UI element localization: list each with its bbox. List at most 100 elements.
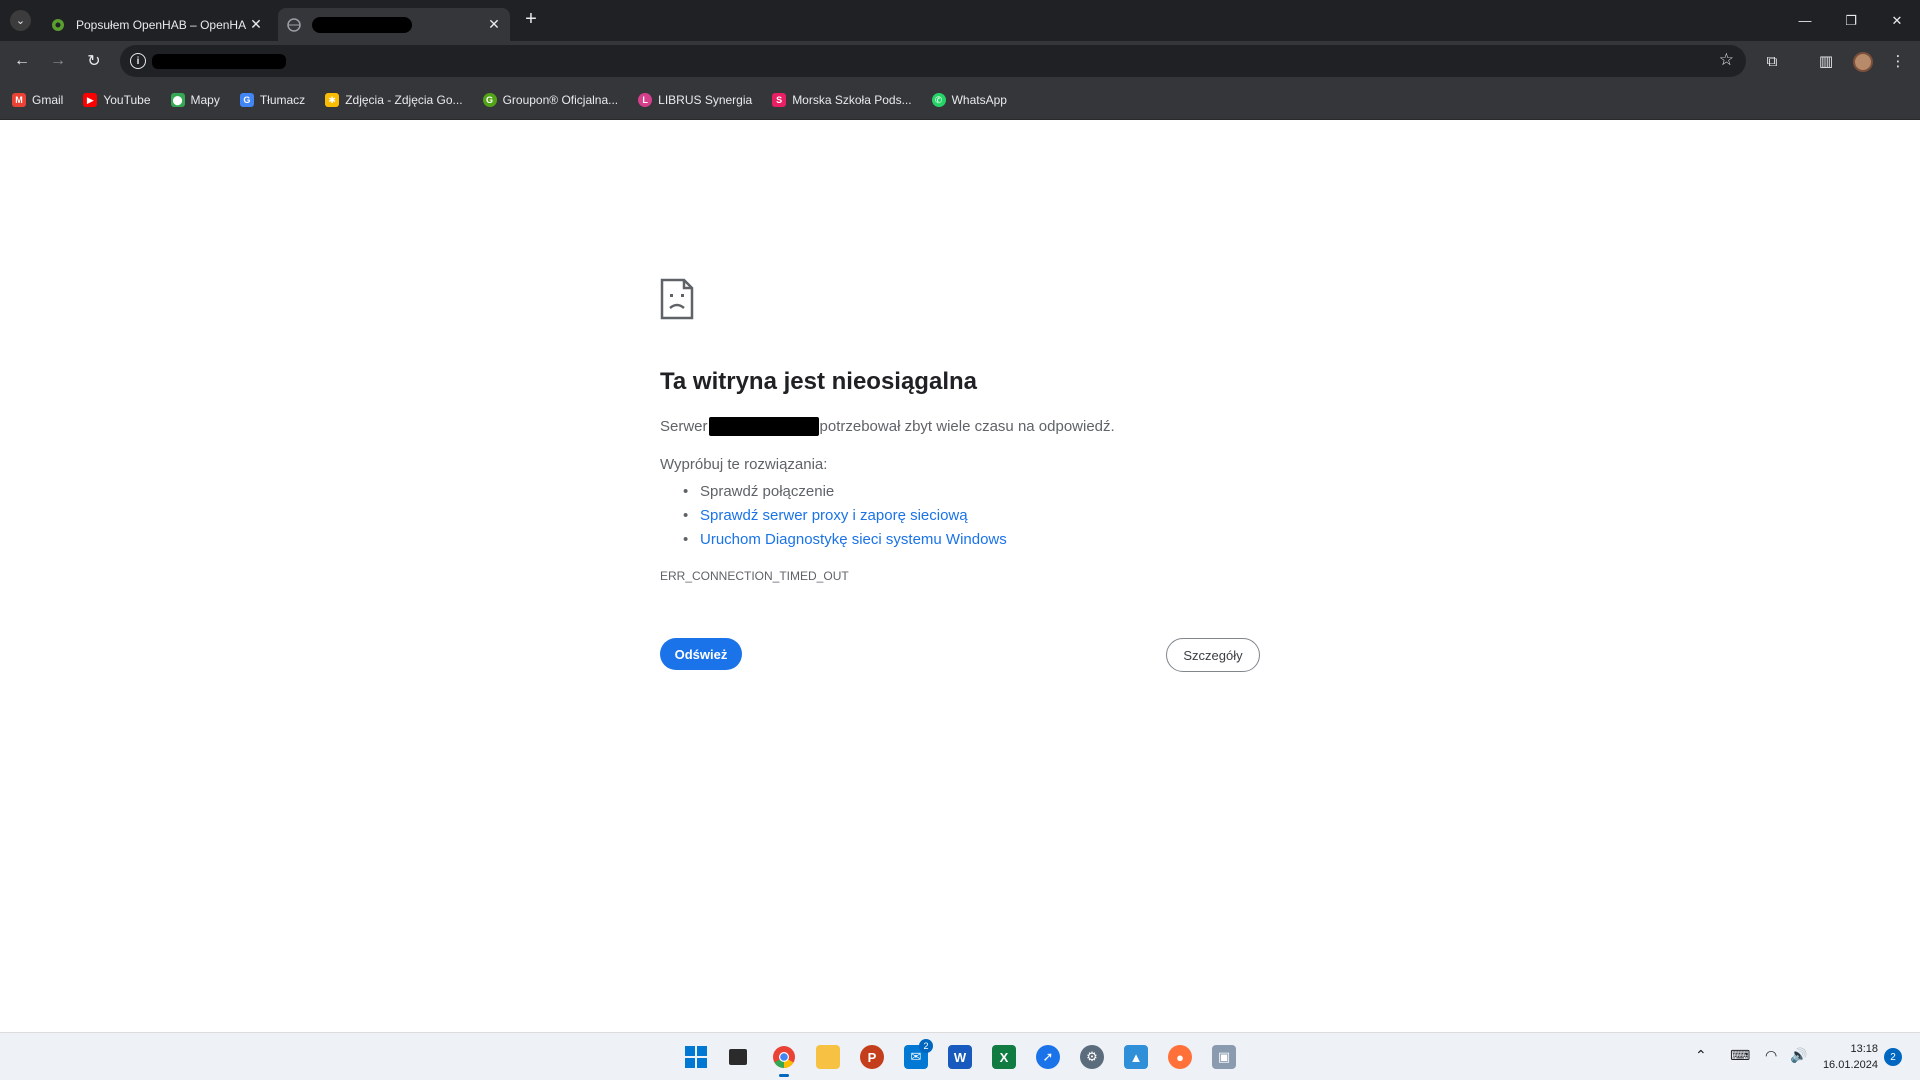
taskbar-powerpoint[interactable]: P xyxy=(856,1041,888,1073)
translate-icon: G xyxy=(239,93,254,107)
sad-page-icon xyxy=(660,278,694,320)
error-description-start: Serwer xyxy=(660,418,708,435)
clock-time: 13:18 xyxy=(1850,1043,1878,1055)
extensions-icon[interactable]: ⧉ xyxy=(1760,49,1784,73)
bookmark-youtube[interactable]: ▶ YouTube xyxy=(83,93,151,107)
task-view-button[interactable] xyxy=(722,1041,754,1073)
folder-icon xyxy=(816,1045,840,1069)
back-button[interactable]: ← xyxy=(10,49,34,73)
bookmark-label: LIBRUS Synergia xyxy=(658,93,753,107)
task-view-icon xyxy=(729,1049,747,1065)
reload-button[interactable]: ↻ xyxy=(82,49,106,73)
suggestion-network-diagnostics-link[interactable]: Uruchom Diagnostykę sieci systemu Window… xyxy=(660,528,1007,552)
redacted-url xyxy=(152,54,286,69)
notification-badge[interactable]: 2 xyxy=(1884,1048,1902,1066)
keyboard-icon[interactable]: ⌨ xyxy=(1730,1047,1750,1064)
system-clock[interactable]: 13:18 16.01.2024 xyxy=(1818,1041,1878,1073)
speaker-icon[interactable]: 🔊 xyxy=(1790,1047,1807,1064)
suggestion-proxy-firewall-link[interactable]: Sprawdź serwer proxy i zaporę sieciową xyxy=(660,504,1007,528)
chevron-up-icon[interactable]: ⌃ xyxy=(1695,1047,1707,1064)
redacted-server-name xyxy=(708,417,819,436)
suggestions-heading: Wypróbuj te rozwiązania: xyxy=(660,456,828,473)
bookmark-label: WhatsApp xyxy=(951,93,1007,107)
photos-app-icon: ▲ xyxy=(1124,1045,1148,1069)
address-bar[interactable]: i ☆ xyxy=(120,45,1746,77)
minimize-button[interactable]: — xyxy=(1782,0,1828,41)
new-tab-button[interactable]: + xyxy=(520,8,542,30)
globe-icon xyxy=(286,17,302,33)
school-icon: S xyxy=(772,93,787,107)
taskbar-photos[interactable]: ▲ xyxy=(1120,1041,1152,1073)
bookmarks-bar: M Gmail ▶ YouTube ⬤ Mapy G Tłumacz ✱ Zdj… xyxy=(0,81,1920,120)
powerpoint-icon: P xyxy=(860,1045,884,1069)
error-code: ERR_CONNECTION_TIMED_OUT xyxy=(660,569,849,583)
bookmark-groupon[interactable]: G Groupon® Oficjalna... xyxy=(482,93,618,107)
error-title: Ta witryna jest nieosiągalna xyxy=(660,368,977,395)
taskbar-firefox[interactable]: ● xyxy=(1164,1041,1196,1073)
windows-taskbar: P ✉ 2 W X ➚ ⚙ ▲ ● ▣ ⌃ ⌨ ◠ 🔊 13:18 16.01.… xyxy=(0,1032,1920,1080)
bookmark-translate[interactable]: G Tłumacz xyxy=(239,93,306,107)
redacted-tab-title xyxy=(312,16,412,33)
tab-openhab[interactable]: Popsułem OpenHAB – OpenHA ✕ xyxy=(42,8,272,41)
bookmark-whatsapp[interactable]: ✆ WhatsApp xyxy=(931,93,1007,107)
side-panel-icon[interactable]: ▥ xyxy=(1814,49,1838,73)
chrome-icon xyxy=(773,1046,795,1068)
forward-button[interactable]: → xyxy=(46,49,70,73)
bookmark-librus[interactable]: L LIBRUS Synergia xyxy=(638,93,752,107)
settings-gear-icon: ⚙ xyxy=(1080,1045,1104,1069)
chevron-down-icon: ⌄ xyxy=(15,15,26,27)
taskbar-word[interactable]: W xyxy=(944,1041,976,1073)
bookmark-label: Morska Szkoła Pods... xyxy=(792,93,912,107)
bookmark-label: Mapy xyxy=(190,93,220,107)
reload-icon: ↻ xyxy=(87,53,101,70)
reload-page-button[interactable]: Odśwież xyxy=(660,638,742,670)
taskbar-settings[interactable]: ⚙ xyxy=(1076,1041,1108,1073)
close-window-button[interactable]: ✕ xyxy=(1874,0,1920,41)
librus-icon: L xyxy=(638,93,653,107)
menu-icon[interactable]: ⋮ xyxy=(1886,49,1910,73)
bookmark-label: Zdjęcia - Zdjęcia Go... xyxy=(345,93,463,107)
taskbar-chrome[interactable] xyxy=(768,1041,800,1077)
error-description: Serwer potrzebował zbyt wiele czasu na o… xyxy=(660,417,1115,436)
details-button[interactable]: Szczegóły xyxy=(1166,638,1260,672)
bookmark-gmail[interactable]: M Gmail xyxy=(12,93,63,107)
close-tab-icon[interactable]: ✕ xyxy=(248,16,264,33)
close-tab-icon[interactable]: ✕ xyxy=(486,16,502,33)
bookmark-school[interactable]: S Morska Szkoła Pods... xyxy=(772,93,912,107)
groupon-icon: G xyxy=(482,93,497,107)
maps-icon: ⬤ xyxy=(170,93,185,107)
info-icon[interactable]: i xyxy=(130,53,146,69)
start-button[interactable] xyxy=(680,1041,712,1073)
whatsapp-icon: ✆ xyxy=(931,93,946,107)
error-description-end: potrzebował zbyt wiele czasu na odpowied… xyxy=(819,418,1115,435)
bookmark-label: Tłumacz xyxy=(259,93,306,107)
bookmark-star-icon[interactable]: ☆ xyxy=(1719,50,1734,70)
taskbar-remote-desktop[interactable]: ▣ xyxy=(1208,1041,1240,1073)
bookmark-photos[interactable]: ✱ Zdjęcia - Zdjęcia Go... xyxy=(325,93,463,107)
bookmark-label: Gmail xyxy=(32,93,64,107)
arrow-right-icon: → xyxy=(50,52,66,69)
tab-strip: ⌄ Popsułem OpenHAB – OpenHA ✕ ✕ + — ❐ ✕ xyxy=(0,0,1920,41)
gmail-icon: M xyxy=(12,93,26,107)
clock-date: 16.01.2024 xyxy=(1822,1059,1878,1071)
remote-desktop-icon: ▣ xyxy=(1212,1045,1236,1069)
openhab-favicon-icon xyxy=(50,17,66,33)
taskbar-excel[interactable]: X xyxy=(988,1041,1020,1073)
windows-logo-icon xyxy=(685,1046,707,1068)
youtube-icon: ▶ xyxy=(83,93,98,107)
arrow-left-icon: ← xyxy=(14,52,30,69)
tab-search-button[interactable]: ⌄ xyxy=(10,10,31,31)
taskbar-mail[interactable]: ✉ 2 xyxy=(900,1039,933,1073)
profile-avatar[interactable] xyxy=(1853,52,1873,72)
tab-active[interactable]: ✕ xyxy=(278,8,510,41)
bookmark-maps[interactable]: ⬤ Mapy xyxy=(170,93,220,107)
arrow-app-icon: ➚ xyxy=(1036,1045,1060,1069)
wifi-icon[interactable]: ◠ xyxy=(1765,1047,1777,1064)
excel-icon: X xyxy=(992,1045,1016,1069)
restore-button[interactable]: ❐ xyxy=(1828,0,1874,41)
word-icon: W xyxy=(948,1045,972,1069)
taskbar-file-explorer[interactable] xyxy=(812,1041,844,1073)
suggestion-check-connection: Sprawdź połączenie xyxy=(660,480,1007,504)
page-content: Ta witryna jest nieosiągalna Serwer potr… xyxy=(0,121,1920,1032)
taskbar-app-arrow[interactable]: ➚ xyxy=(1032,1041,1064,1073)
